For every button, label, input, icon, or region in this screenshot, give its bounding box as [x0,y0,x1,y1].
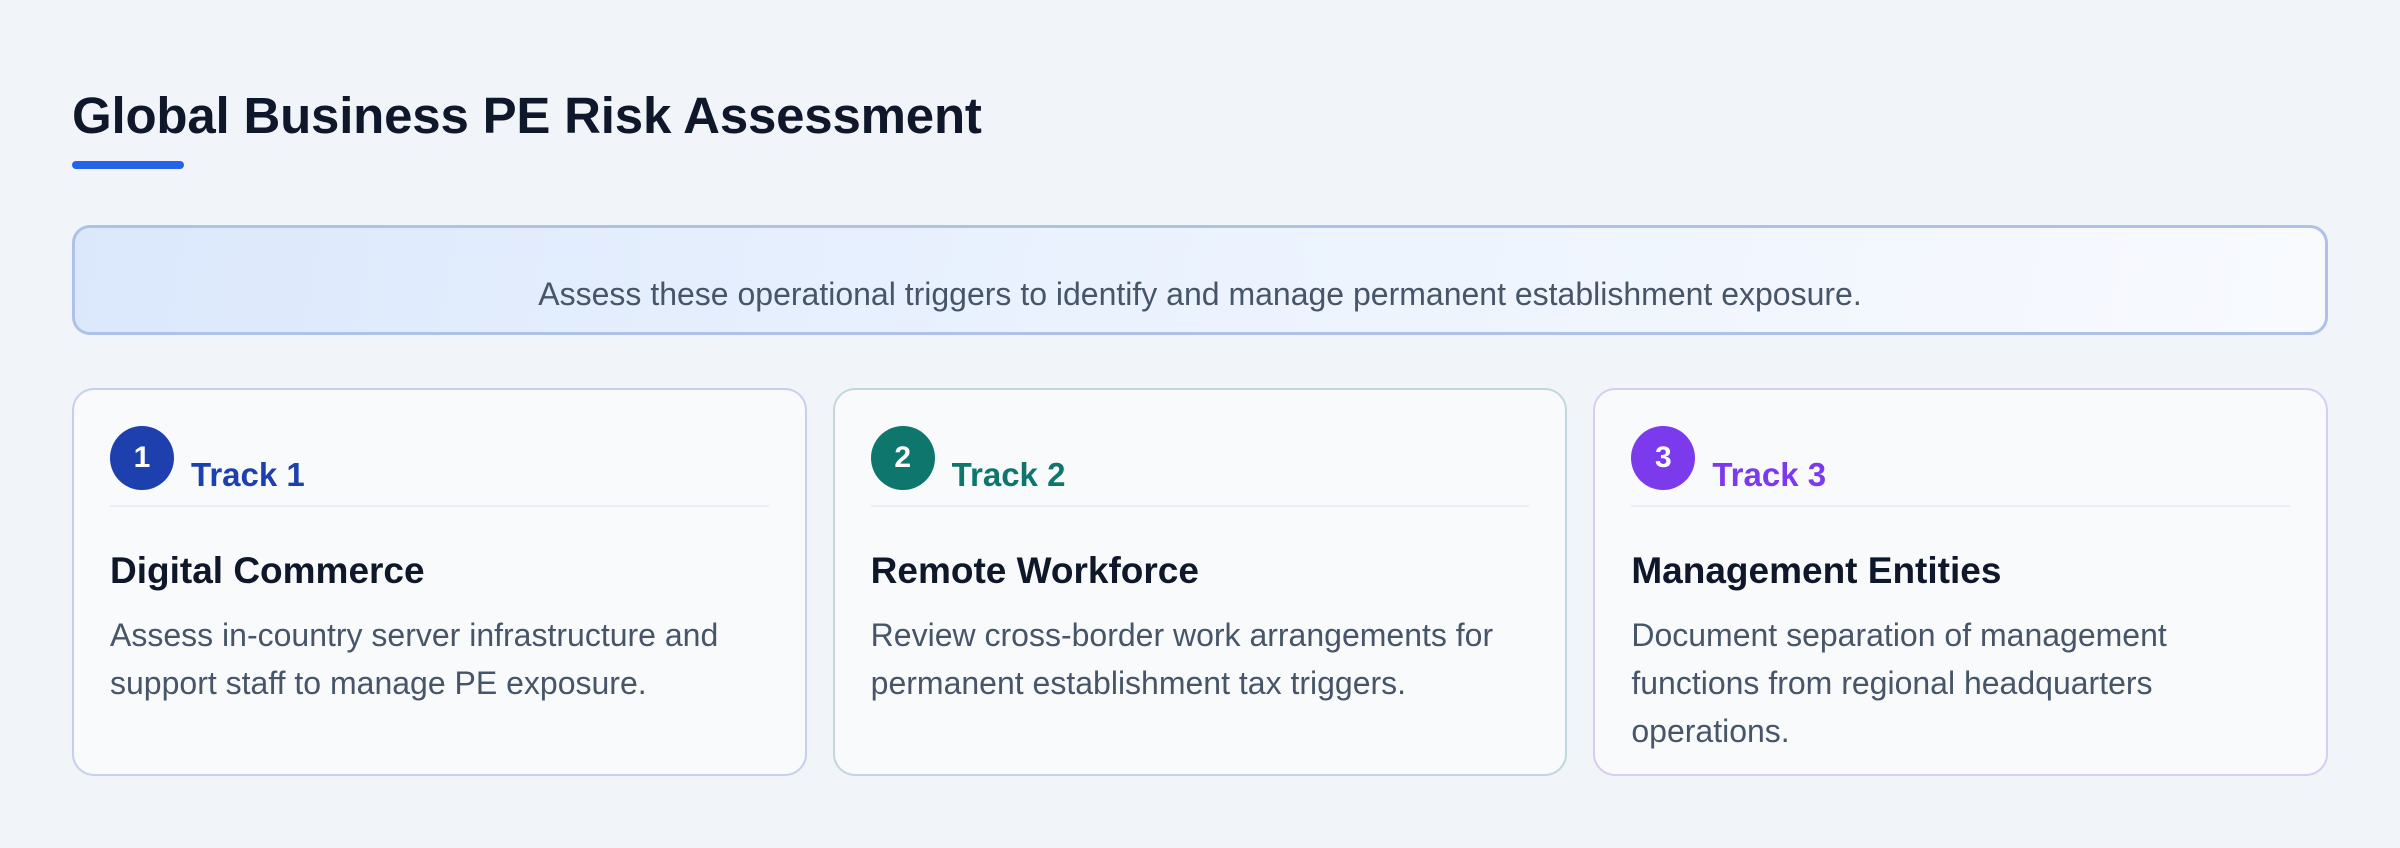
intro-banner: Assess these operational triggers to ide… [72,225,2328,335]
banner-text: Assess these operational triggers to ide… [538,276,1862,312]
track-number-badge: 1 [110,426,174,490]
track-title: Digital Commerce [110,550,425,591]
header: Global Business PE Risk Assessment [72,0,2328,169]
track-description: Review cross-border work arrangements fo… [870,617,1494,701]
track-header: 2 Track 2 [870,426,1530,507]
track-label: Track 2 [951,456,1066,493]
track-card-1: 1 Track 1 Digital Commerce Assess in-cou… [72,388,807,776]
track-description: Assess in-country server infrastructure … [110,617,719,701]
track-number-badge: 3 [1631,426,1696,490]
track-title: Remote Workforce [870,550,1199,591]
track-card-2: 2 Track 2 Remote Workforce Review cross-… [832,388,1568,776]
track-header: 1 Track 1 [110,426,769,507]
track-card-3: 3 Track 3 Management Entities Document s… [1593,388,2329,776]
track-header: 3 Track 3 [1631,426,2291,507]
page: Global Business PE Risk Assessment Asses… [0,0,2400,848]
title-underline [72,161,184,169]
track-label: Track 1 [191,456,305,493]
page-title: Global Business PE Risk Assessment [72,87,982,144]
track-title: Management Entities [1631,550,2002,591]
track-label: Track 3 [1712,456,1827,493]
track-cards: 1 Track 1 Digital Commerce Assess in-cou… [72,388,2329,776]
track-number-badge: 2 [870,426,935,490]
track-description: Document separation of management functi… [1631,617,2167,749]
